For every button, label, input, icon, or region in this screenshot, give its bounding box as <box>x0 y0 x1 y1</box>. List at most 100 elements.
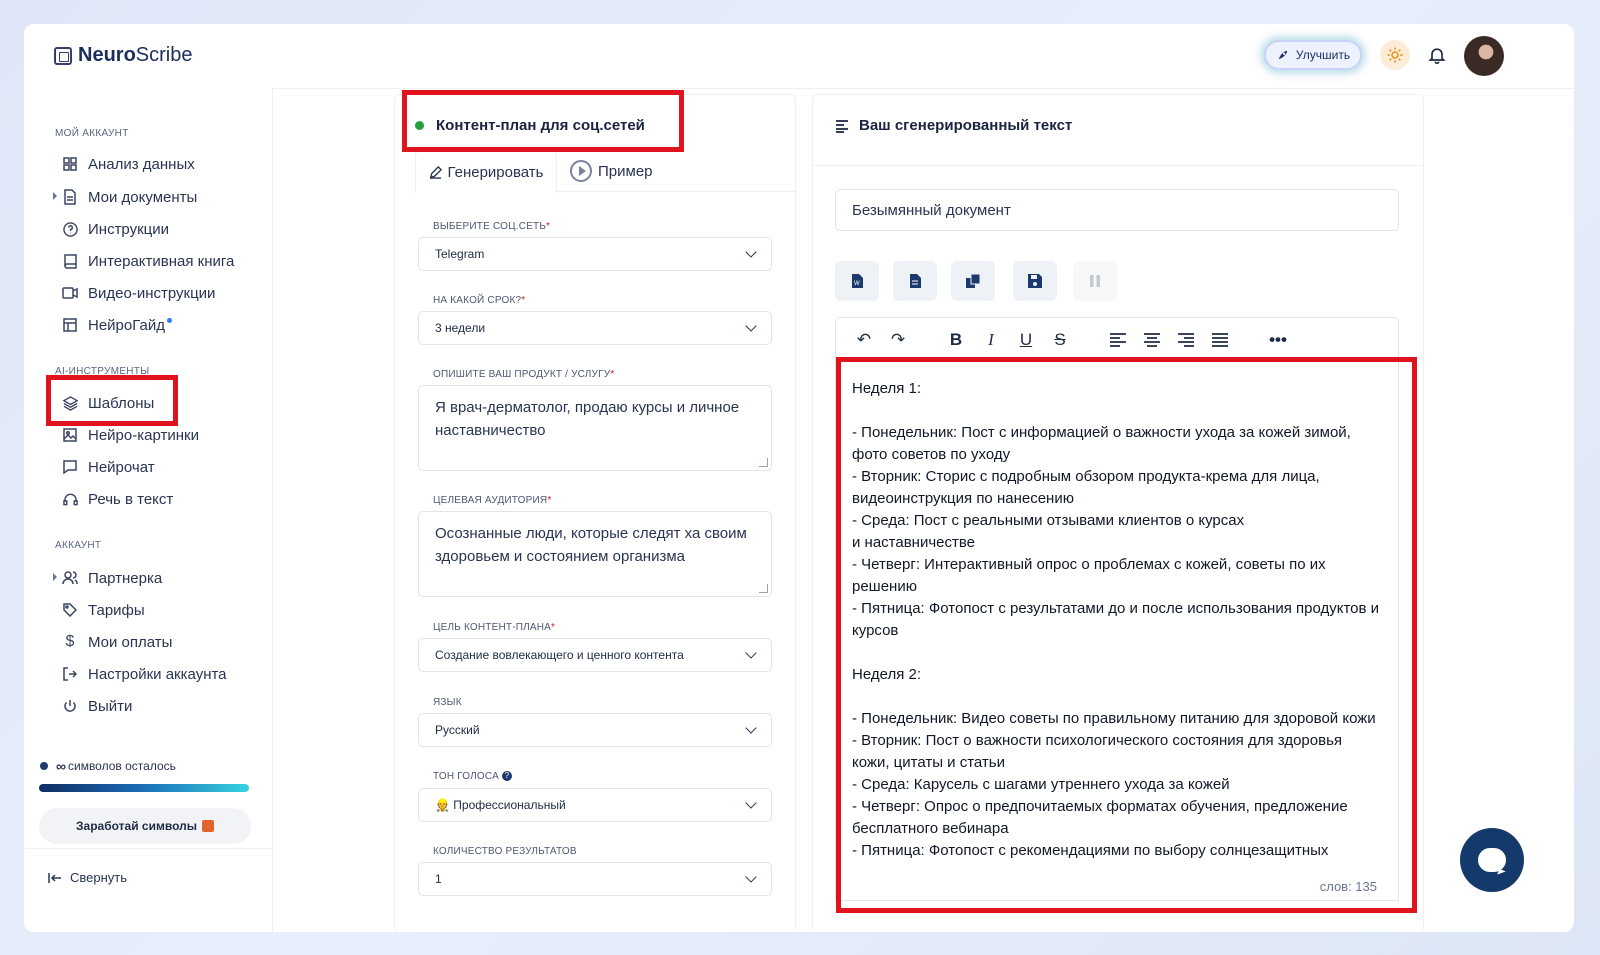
sidebar-item-affiliate[interactable]: Партнерка <box>53 566 162 590</box>
grid-icon <box>62 156 78 172</box>
language-label: ЯЗЫК <box>433 697 462 708</box>
expand-caret-icon[interactable] <box>53 573 57 581</box>
logo-mark-icon <box>54 46 72 65</box>
output-title-text: Ваш сгенерированный текст <box>859 117 1073 134</box>
sidebar-item-interactive-book[interactable]: Интерактивная книга <box>62 249 234 273</box>
resize-handle-icon[interactable] <box>759 584 768 593</box>
tab-example[interactable]: Пример <box>570 151 653 191</box>
goal-select[interactable]: Создание вовлекающего и ценного контента <box>418 638 772 672</box>
help-circle-icon <box>62 221 78 237</box>
save-button[interactable] <box>1013 261 1057 301</box>
sidebar-item-instructions[interactable]: Инструкции <box>62 217 169 241</box>
layout-icon <box>62 317 78 333</box>
document-name-input[interactable]: Безымянный документ <box>835 189 1399 231</box>
sidebar-item-neuro-images[interactable]: Нейро-картинки <box>62 423 199 447</box>
tone-select[interactable]: 👷 Профессиональный <box>418 788 772 822</box>
sidebar-item-label: Нейрочат <box>88 458 155 476</box>
italic-icon[interactable]: I <box>981 330 1001 350</box>
export-text-button[interactable] <box>893 261 937 301</box>
sidebar-item-account-settings[interactable]: Настройки аккаунта <box>62 662 227 686</box>
sidebar-item-my-payments[interactable]: $ Мои оплаты <box>62 630 173 654</box>
audience-textarea[interactable]: Осознанные люди, которые следят ха своим… <box>418 511 772 597</box>
sidebar-item-label: Речь в текст <box>88 490 174 508</box>
align-center-icon[interactable] <box>1142 330 1162 350</box>
chat-bubble-icon <box>1478 848 1506 872</box>
collapse-sidebar-button[interactable]: Свернуть <box>48 870 127 885</box>
sidebar-item-my-documents[interactable]: Мои документы <box>53 185 197 209</box>
logout-arrow-icon <box>62 666 78 682</box>
underline-icon[interactable]: U <box>1016 330 1036 350</box>
language-select[interactable]: Русский <box>418 713 772 747</box>
results-count-select[interactable]: 1 <box>418 862 772 896</box>
credits-progress-bar <box>39 784 249 792</box>
social-network-label: ВЫБЕРИТЕ СОЦ.СЕТЬ* <box>433 221 551 232</box>
credits-remaining: ∞ символов осталось <box>40 758 176 774</box>
credits-dot-icon <box>40 762 48 770</box>
svg-text:W: W <box>854 281 860 287</box>
output-title: Ваш сгенерированный текст <box>835 117 1072 134</box>
word-file-icon: W <box>852 274 863 288</box>
more-options-icon[interactable]: ••• <box>1268 330 1288 350</box>
goal-value: Создание вовлекающего и ценного контента <box>435 648 684 662</box>
sidebar-item-neurochat[interactable]: Нейрочат <box>62 455 155 479</box>
earn-symbols-label: Заработай символы <box>76 819 197 833</box>
tab-generate[interactable]: Генерировать <box>415 151 557 193</box>
expand-caret-icon[interactable] <box>53 192 57 200</box>
period-select[interactable]: 3 недели <box>418 311 772 345</box>
align-left-icon[interactable] <box>1108 330 1128 350</box>
sidebar-item-neuroguide[interactable]: НейроГайд <box>62 313 172 337</box>
user-avatar[interactable] <box>1464 36 1504 76</box>
support-chat-button[interactable] <box>1460 828 1524 892</box>
tag-icon <box>62 602 78 618</box>
headphones-icon <box>62 491 78 507</box>
align-right-icon[interactable] <box>1176 330 1196 350</box>
social-network-value: Telegram <box>435 247 485 261</box>
image-icon <box>62 427 78 443</box>
pause-button[interactable] <box>1073 261 1117 301</box>
sidebar-item-label: Нейро-картинки <box>88 426 199 444</box>
chevron-down-icon <box>745 320 757 332</box>
resize-handle-icon[interactable] <box>759 458 768 467</box>
align-justify-icon[interactable] <box>1210 330 1230 350</box>
play-icon <box>570 160 592 182</box>
redo-icon[interactable]: ↷ <box>888 330 908 350</box>
strikethrough-icon[interactable]: S <box>1050 330 1070 350</box>
gift-icon <box>201 820 214 832</box>
app-window: NeuroScribe Улучшить МОЙ АККАУНТ Анализ … <box>24 24 1574 932</box>
upgrade-button[interactable]: Улучшить <box>1264 40 1362 70</box>
credits-text: символов осталось <box>67 759 176 773</box>
export-word-button[interactable]: W <box>835 261 879 301</box>
social-network-select[interactable]: Telegram <box>418 237 772 271</box>
sidebar-item-label: Анализ данных <box>88 155 195 173</box>
sidebar-item-data-analysis[interactable]: Анализ данных <box>62 152 195 176</box>
copy-button[interactable] <box>951 261 995 301</box>
sidebar-item-video-instructions[interactable]: Видео-инструкции <box>62 281 215 305</box>
top-bar: NeuroScribe Улучшить <box>24 24 1574 89</box>
sun-icon <box>1387 47 1403 63</box>
tab-example-label: Пример <box>598 162 653 180</box>
pause-icon <box>1090 275 1100 287</box>
help-icon[interactable]: ? <box>501 771 512 782</box>
sidebar-item-logout[interactable]: Выйти <box>62 694 132 718</box>
users-icon <box>62 570 78 586</box>
bold-icon[interactable]: B <box>946 330 966 350</box>
sidebar-item-label: НейроГайд <box>88 316 165 334</box>
product-textarea[interactable]: Я врач-дерматолог, продаю курсы и личное… <box>418 385 772 471</box>
sidebar-item-pricing[interactable]: Тарифы <box>62 598 145 622</box>
chevron-down-icon <box>745 246 757 258</box>
book-icon <box>62 253 78 269</box>
save-icon <box>1028 274 1042 288</box>
earn-symbols-button[interactable]: Заработай символы <box>39 808 251 844</box>
logo[interactable]: NeuroScribe <box>54 44 193 67</box>
sidebar-item-speech-to-text[interactable]: Речь в текст <box>62 487 173 511</box>
product-label: ОПИШИТЕ ВАШ ПРОДУКТ / УСЛУГУ* <box>433 369 615 380</box>
notifications-button[interactable] <box>1424 42 1450 68</box>
undo-icon[interactable]: ↶ <box>854 330 874 350</box>
sidebar-item-label: Интерактивная книга <box>88 252 235 270</box>
highlight-template-title <box>402 90 684 152</box>
document-name-value: Безымянный документ <box>852 201 1011 219</box>
tone-label: ТОН ГОЛОСА ? <box>433 771 512 782</box>
theme-toggle-button[interactable] <box>1380 40 1410 70</box>
text-align-icon <box>836 119 848 133</box>
collapse-arrow-icon <box>48 872 61 883</box>
